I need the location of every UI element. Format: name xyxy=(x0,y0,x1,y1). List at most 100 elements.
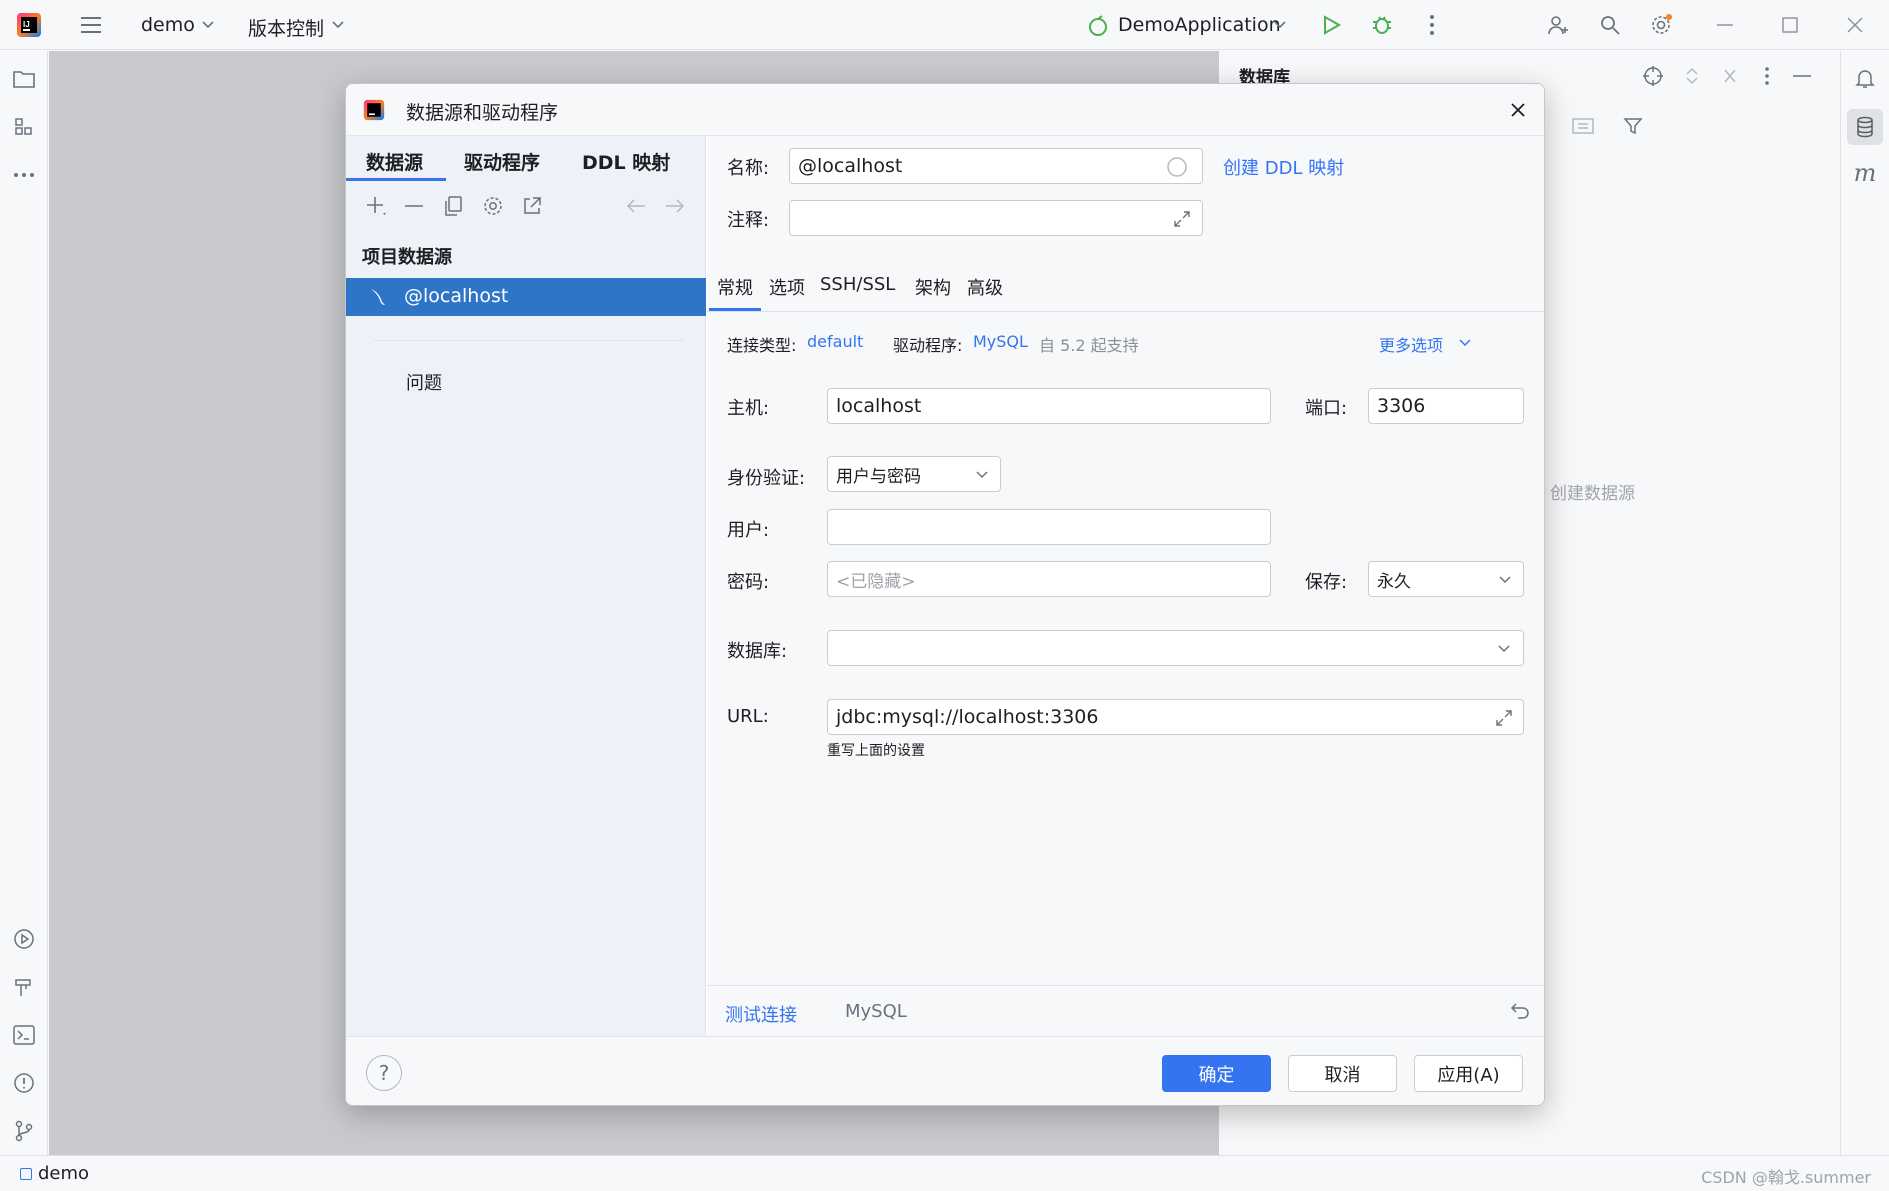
status-bar: demo CSDN @翰戈.summer xyxy=(0,1155,1889,1191)
name-label: 名称: xyxy=(727,158,770,179)
copy-icon[interactable] xyxy=(440,192,468,220)
add-user-icon[interactable] xyxy=(1545,12,1571,38)
datasource-item-localhost[interactable]: @localhost xyxy=(346,278,706,316)
expand-icon[interactable] xyxy=(1494,708,1514,728)
debug-icon[interactable] xyxy=(1369,12,1395,38)
project-name[interactable]: demo xyxy=(141,14,195,36)
run-icon[interactable] xyxy=(1318,12,1344,38)
intellij-logo-icon: IJ xyxy=(16,12,42,38)
project-folder-icon[interactable] xyxy=(10,65,38,93)
auth-select[interactable]: 用户与密码 xyxy=(827,456,1001,492)
chevron-down-icon[interactable] xyxy=(330,18,346,32)
datasource-settings-pane: 名称: @localhost 创建 DDL 映射 注释: 常规 选项 SSH/S… xyxy=(707,136,1544,1036)
settings-icon[interactable] xyxy=(1648,12,1674,38)
tab-underline xyxy=(346,178,446,181)
build-icon[interactable] xyxy=(10,973,38,1001)
expand-icon[interactable] xyxy=(1172,209,1192,229)
apply-button[interactable]: 应用(A) xyxy=(1414,1055,1523,1092)
panel-more-icon[interactable] xyxy=(1757,63,1777,89)
url-field[interactable]: jdbc:mysql://localhost:3306 xyxy=(827,699,1524,735)
help-icon[interactable]: ? xyxy=(366,1055,402,1091)
create-datasource-hint[interactable]: 创建数据源 xyxy=(1550,479,1635,504)
chevron-down-icon[interactable] xyxy=(1457,335,1473,351)
expand-collapse-icon[interactable] xyxy=(1680,63,1704,89)
tab-schemas[interactable]: 架构 xyxy=(915,274,951,300)
chevron-down-icon xyxy=(1497,572,1513,588)
more-options-link[interactable]: 更多选项 xyxy=(1379,332,1443,356)
project-datasources-heading: 项目数据源 xyxy=(362,247,452,268)
table-view-icon[interactable] xyxy=(1570,113,1596,139)
more-horizontal-icon[interactable] xyxy=(10,161,38,189)
auth-value: 用户与密码 xyxy=(836,466,921,487)
tabs-divider xyxy=(707,311,1544,312)
database-select[interactable] xyxy=(827,630,1524,666)
color-circle-icon[interactable] xyxy=(1165,155,1189,179)
more-vertical-icon[interactable] xyxy=(1420,12,1444,38)
tab-ssh-ssl[interactable]: SSH/SSL xyxy=(820,274,895,295)
chevron-down-icon xyxy=(1496,641,1512,657)
host-field[interactable]: localhost xyxy=(827,388,1271,424)
maximize-icon[interactable] xyxy=(1778,12,1802,38)
chevron-down-icon[interactable] xyxy=(1272,18,1288,32)
ok-button[interactable]: 确定 xyxy=(1162,1055,1271,1092)
tab-data-sources[interactable]: 数据源 xyxy=(366,148,423,175)
services-icon[interactable] xyxy=(10,925,38,953)
user-label: 用户: xyxy=(727,520,770,541)
save-select[interactable]: 永久 xyxy=(1368,561,1524,597)
remove-icon[interactable] xyxy=(400,192,428,220)
settings-icon[interactable] xyxy=(479,192,507,220)
notifications-icon[interactable] xyxy=(1851,65,1879,93)
add-icon[interactable] xyxy=(362,192,390,220)
name-value: @localhost xyxy=(798,155,903,177)
name-field[interactable]: @localhost xyxy=(789,148,1203,184)
status-project[interactable]: demo xyxy=(38,1163,89,1184)
create-ddl-mapping-link[interactable]: 创建 DDL 映射 xyxy=(1223,154,1344,180)
port-field[interactable]: 3306 xyxy=(1368,388,1524,424)
terminal-icon[interactable] xyxy=(10,1021,38,1049)
connection-type-label: 连接类型: xyxy=(727,336,797,355)
chevron-down-icon[interactable] xyxy=(200,18,216,32)
tab-general[interactable]: 常规 xyxy=(717,274,753,300)
bottom-divider xyxy=(707,985,1544,986)
cancel-button[interactable]: 取消 xyxy=(1288,1055,1397,1092)
close-all-icon[interactable] xyxy=(1718,63,1742,89)
bottom-driver-name: MySQL xyxy=(845,1001,907,1022)
dialog-title: 数据源和驱动程序 xyxy=(406,102,559,124)
revert-icon[interactable] xyxy=(1507,998,1533,1024)
close-icon[interactable] xyxy=(1504,96,1532,124)
password-field[interactable]: <已隐藏> xyxy=(827,561,1271,597)
tab-advanced[interactable]: 高级 xyxy=(967,274,1003,300)
database-icon[interactable] xyxy=(1847,109,1883,145)
save-value: 永久 xyxy=(1377,571,1411,592)
locate-icon[interactable] xyxy=(1640,63,1666,89)
comment-field[interactable] xyxy=(789,200,1203,236)
user-field[interactable] xyxy=(827,509,1271,545)
git-icon[interactable] xyxy=(10,1117,38,1145)
port-label: 端口: xyxy=(1305,398,1348,419)
run-config-selector[interactable]: DemoApplication xyxy=(1118,14,1281,36)
filter-icon[interactable] xyxy=(1620,113,1646,139)
url-value: jdbc:mysql://localhost:3306 xyxy=(836,706,1099,728)
problems-icon[interactable] xyxy=(10,1069,38,1097)
hide-panel-icon[interactable] xyxy=(1789,63,1815,89)
dialog-title-bar: 数据源和驱动程序 xyxy=(346,84,1544,136)
minimize-icon[interactable] xyxy=(1713,12,1737,38)
datasource-item-label: @localhost xyxy=(404,285,509,307)
tab-drivers[interactable]: 驱动程序 xyxy=(464,148,540,175)
vcs-menu[interactable]: 版本控制 xyxy=(248,14,324,41)
forward-arrow-icon[interactable] xyxy=(661,192,689,220)
open-external-icon[interactable] xyxy=(518,192,546,220)
search-icon[interactable] xyxy=(1597,12,1623,38)
close-window-icon[interactable] xyxy=(1843,12,1867,38)
driver-value[interactable]: MySQL xyxy=(973,332,1028,351)
problems-item[interactable]: 问题 xyxy=(406,369,442,395)
connection-type-value[interactable]: default xyxy=(807,332,863,351)
test-connection-link[interactable]: 测试连接 xyxy=(725,1001,797,1027)
maven-icon[interactable]: m xyxy=(1851,159,1879,187)
back-arrow-icon[interactable] xyxy=(622,192,650,220)
tab-options[interactable]: 选项 xyxy=(769,274,805,300)
title-bar: IJ demo 版本控制 DemoApplication xyxy=(0,0,1889,50)
structure-icon[interactable] xyxy=(10,113,38,141)
main-menu-icon[interactable] xyxy=(78,12,104,38)
tab-ddl-mappings[interactable]: DDL 映射 xyxy=(582,148,670,175)
